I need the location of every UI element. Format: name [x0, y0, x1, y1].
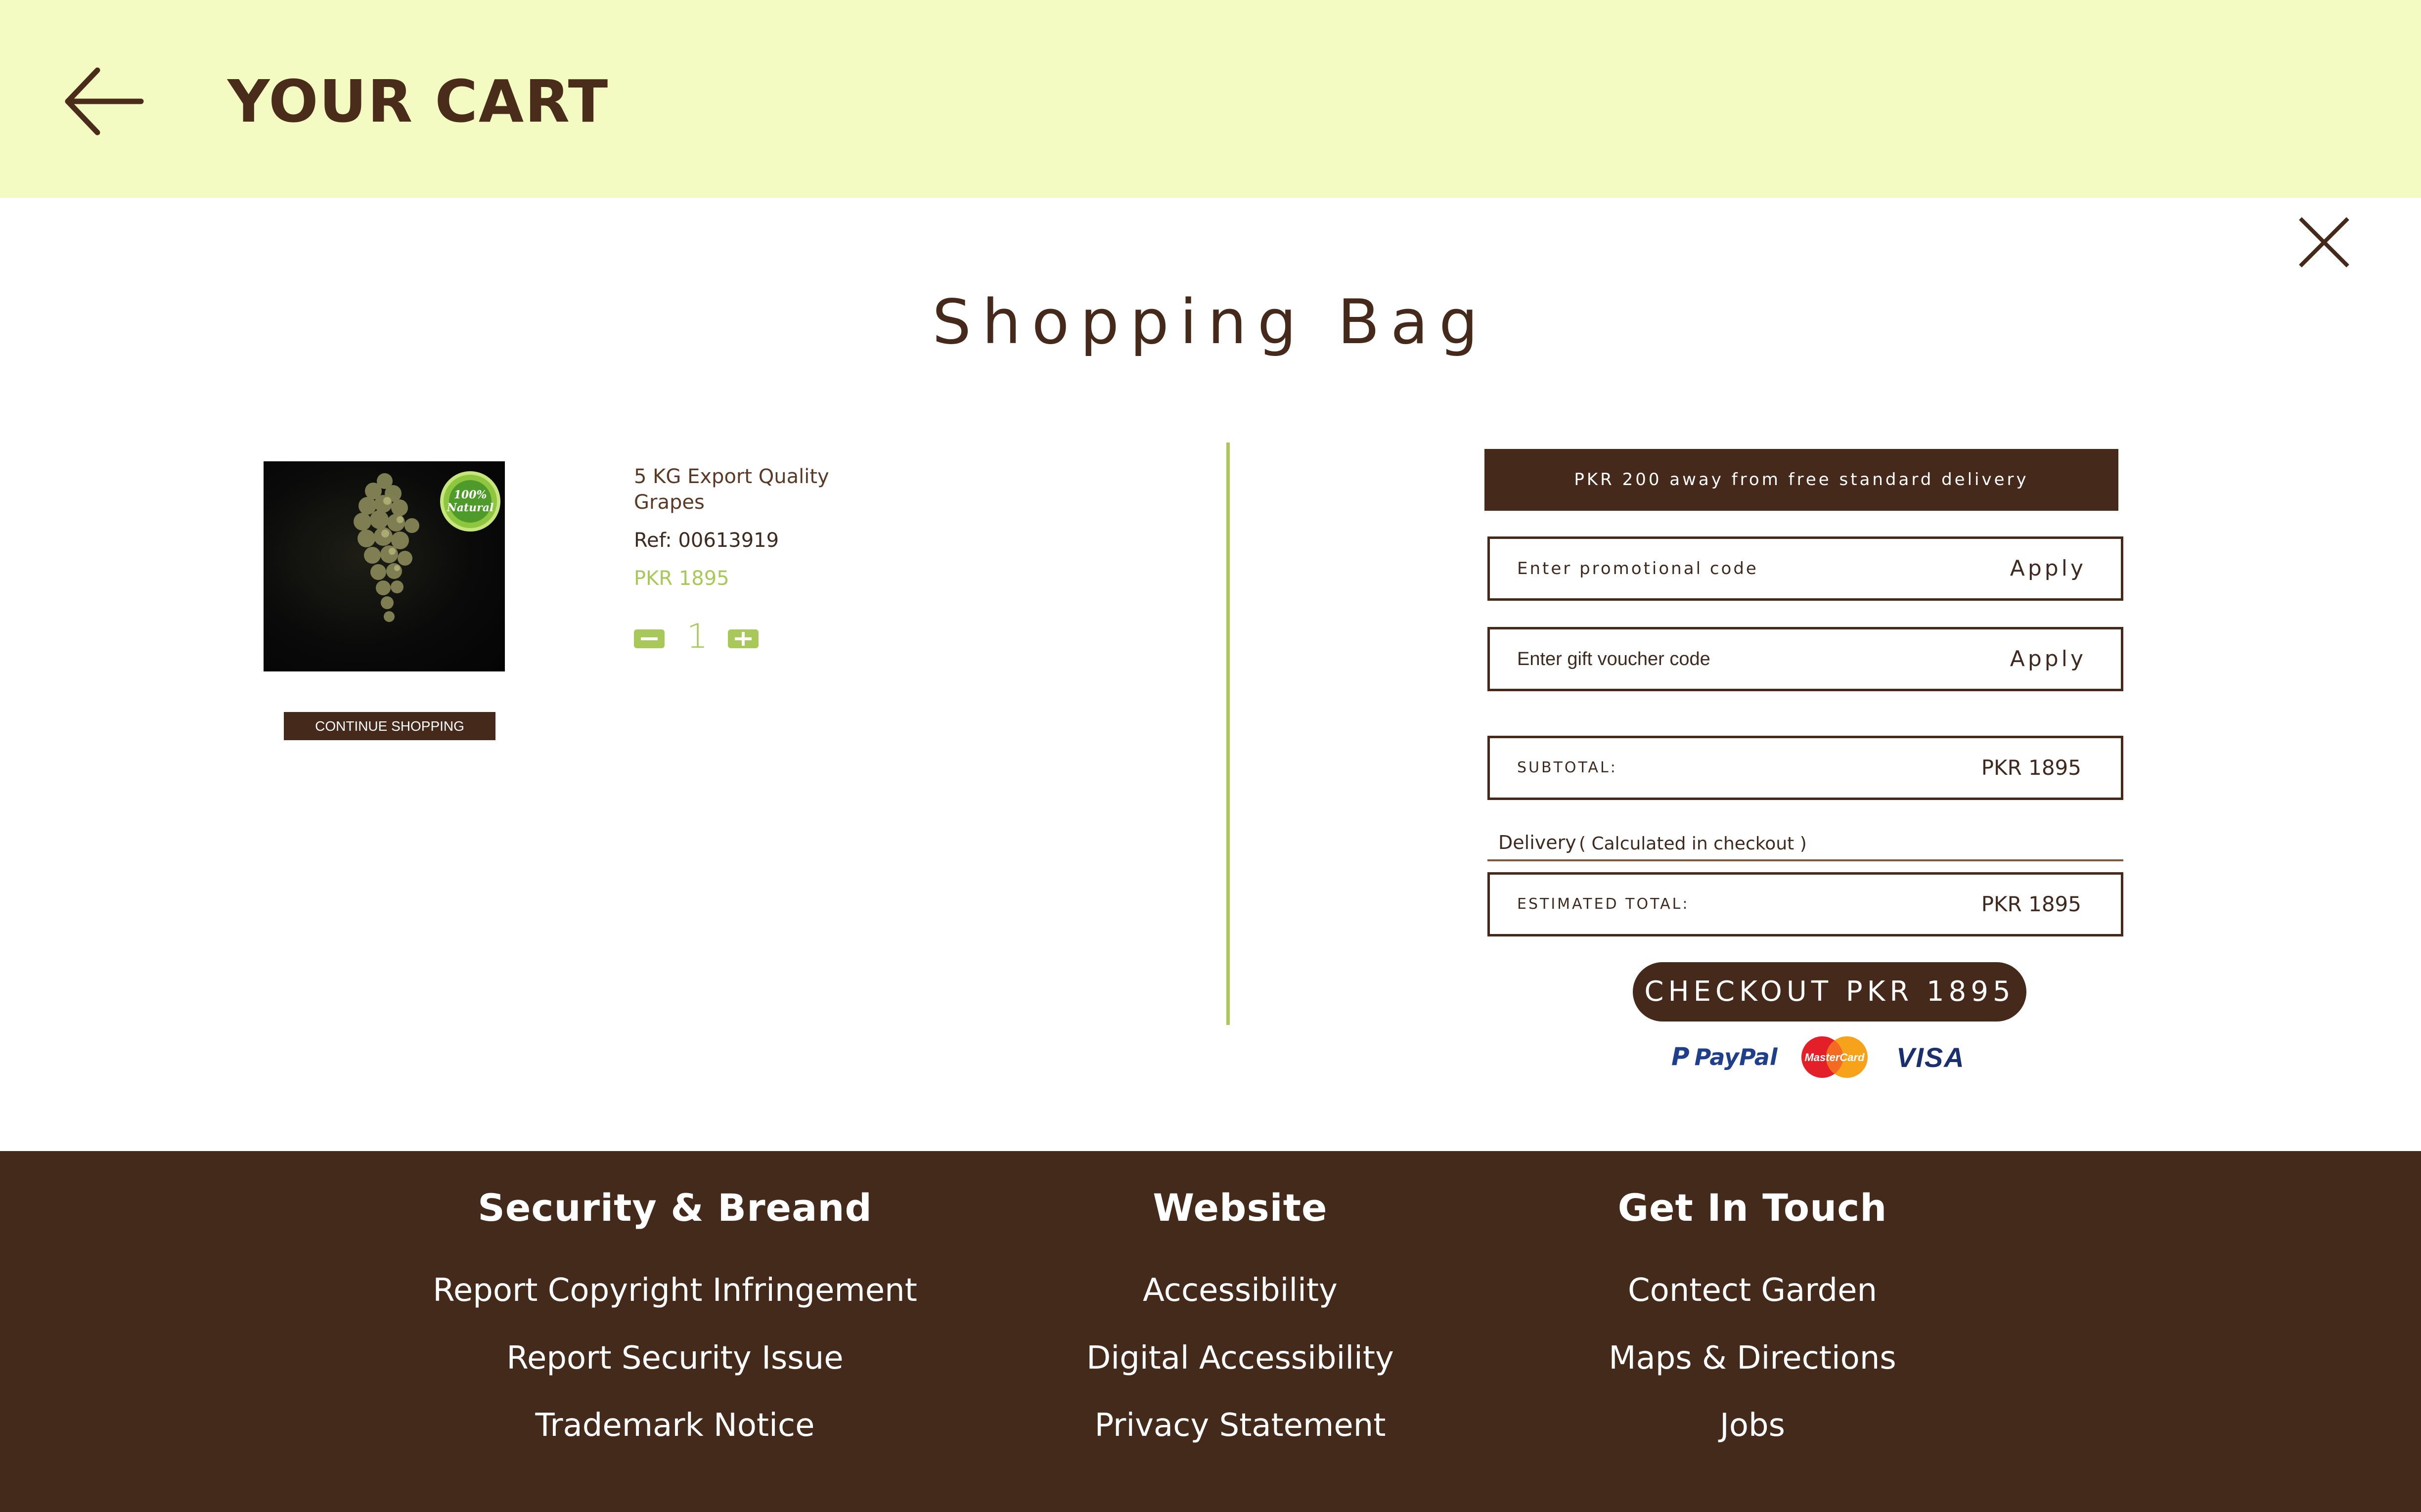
footer-heading: Get In Touch — [1617, 1186, 1887, 1230]
delivery-row: Delivery ( Calculated in checkout ) — [1487, 832, 2123, 861]
close-button[interactable] — [2294, 213, 2354, 272]
arrow-left-icon — [65, 67, 144, 135]
page-header-title: YOUR CART — [227, 67, 609, 135]
visa-logo: VISA — [1896, 1042, 1965, 1073]
estimated-total-box: ESTIMATED TOTAL: PKR 1895 — [1487, 872, 2123, 936]
product-name[interactable]: 5 KG Export Quality Grapes — [634, 464, 891, 515]
gift-voucher-box: Apply — [1487, 627, 2123, 691]
promo-apply-button[interactable]: Apply — [2010, 539, 2086, 598]
subtotal-label: SUBTOTAL: — [1517, 759, 1617, 776]
product-ref: Ref: 00613919 — [634, 529, 779, 552]
shopping-bag-title: Shopping Bag — [932, 287, 1489, 358]
promo-code-input[interactable] — [1517, 539, 1937, 598]
free-delivery-banner: PKR 200 away from free standard delivery — [1484, 449, 2118, 511]
close-x-icon — [2299, 217, 2349, 267]
footer-link[interactable]: Privacy Statement — [968, 1407, 1512, 1444]
paypal-logo: P PayPal — [1671, 1042, 1778, 1071]
badge-percent: 100% — [453, 489, 487, 501]
mastercard-label: MasterCard — [1804, 1051, 1865, 1064]
footer-link[interactable]: Trademark Notice — [403, 1407, 947, 1444]
top-header: YOUR CART — [0, 0, 2421, 198]
vertical-divider — [1226, 443, 1230, 1025]
product-price: PKR 1895 — [634, 567, 729, 590]
product-image[interactable]: 100% Natural — [264, 461, 505, 671]
gift-voucher-input[interactable] — [1517, 629, 1937, 689]
delivery-note: ( Calculated in checkout ) — [1579, 834, 1807, 854]
footer-link[interactable]: Contect Garden — [1480, 1272, 2024, 1309]
footer-link[interactable]: Jobs — [1480, 1407, 2024, 1444]
mastercard-logo: MasterCard — [1801, 1036, 1868, 1078]
continue-shopping-button[interactable]: CONTINUE SHOPPING — [284, 712, 495, 740]
footer-heading: Security & Breand — [478, 1186, 872, 1230]
footer-link[interactable]: Report Security Issue — [403, 1340, 947, 1377]
footer-heading: Website — [1153, 1186, 1328, 1230]
footer-link[interactable]: Maps & Directions — [1480, 1340, 2024, 1377]
back-button[interactable] — [62, 64, 146, 138]
footer: Security & Breand Report Copyright Infri… — [0, 1151, 2421, 1512]
natural-badge: 100% Natural — [440, 471, 500, 532]
checkout-button[interactable]: CHECKOUT PKR 1895 — [1633, 962, 2026, 1022]
estimated-total-label: ESTIMATED TOTAL: — [1517, 895, 1690, 913]
promo-code-box: Apply — [1487, 536, 2123, 601]
delivery-label: Delivery — [1498, 832, 1576, 853]
footer-link[interactable]: Digital Accessibility — [968, 1340, 1512, 1377]
quantity-increase-button[interactable] — [728, 629, 759, 648]
footer-link[interactable]: Report Copyright Infringement — [403, 1272, 947, 1309]
paypal-icon: P — [1671, 1042, 1690, 1071]
badge-natural: Natural — [447, 501, 494, 514]
subtotal-box: SUBTOTAL: PKR 1895 — [1487, 736, 2123, 800]
grapes-illustration — [354, 473, 419, 622]
quantity-decrease-button[interactable] — [634, 629, 665, 648]
paypal-label: PayPal — [1694, 1044, 1778, 1070]
footer-link[interactable]: Accessibility — [968, 1272, 1512, 1309]
quantity-value: 1 — [686, 617, 708, 656]
estimated-total-value: PKR 1895 — [1981, 892, 2081, 916]
payment-logos: P PayPal MasterCard VISA — [1671, 1033, 1993, 1083]
subtotal-value: PKR 1895 — [1981, 756, 2081, 780]
voucher-apply-button[interactable]: Apply — [2010, 629, 2086, 689]
